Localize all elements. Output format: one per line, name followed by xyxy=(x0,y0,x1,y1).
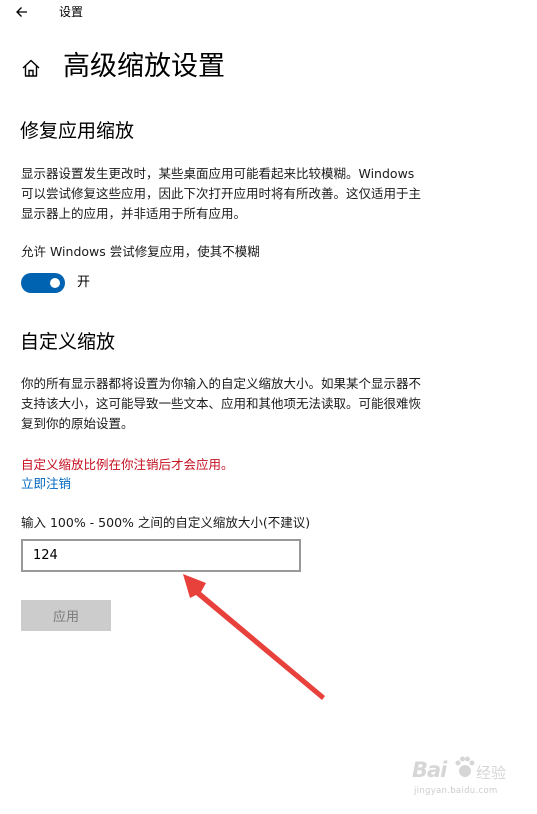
fix-scaling-heading: 修复应用缩放 xyxy=(20,120,135,142)
fix-apps-toggle[interactable] xyxy=(21,273,65,293)
watermark-brand: Bai xyxy=(412,758,447,782)
page-title: 高级缩放设置 xyxy=(63,51,225,82)
watermark-cn: 经验 xyxy=(476,764,507,782)
apply-button[interactable]: 应用 xyxy=(21,600,111,631)
fix-scaling-description: 显示器设置发生更改时，某些桌面应用可能看起来比较模糊。Windows 可以尝试修… xyxy=(21,164,481,224)
custom-scaling-description-line: 你的所有显示器都将设置为你输入的自定义缩放大小。如果某个显示器不 xyxy=(21,376,422,391)
toggle-knob xyxy=(50,278,60,288)
settings-page: 设置 高级缩放设置 修复应用缩放 显示器设置发生更改时，某些桌面应用可能看起来比… xyxy=(0,0,537,814)
home-icon[interactable] xyxy=(20,57,42,79)
custom-scaling-description-line: 支持该大小，这可能导致一些文本、应用和其他项无法读取。可能很难恢 xyxy=(21,396,422,411)
fix-scaling-description-line: 显示器上的应用，并非适用于所有应用。 xyxy=(21,206,247,221)
custom-scale-input[interactable] xyxy=(21,539,301,572)
title-bar: 设置 xyxy=(0,0,537,26)
watermark-url: jingyan.baidu.com xyxy=(414,786,498,796)
custom-scale-input-label: 输入 100% - 500% 之间的自定义缩放大小(不建议) xyxy=(21,515,311,530)
custom-scaling-description-line: 复到你的原始设置。 xyxy=(21,416,134,431)
paw-icon xyxy=(455,756,475,777)
fix-scaling-description-line: 显示器设置发生更改时，某些桌面应用可能看起来比较模糊。Windows xyxy=(21,166,415,181)
signout-warning: 自定义缩放比例在你注销后才会应用。 xyxy=(21,457,234,472)
window-title: 设置 xyxy=(59,5,84,19)
fix-scaling-description-line: 可以尝试修复这些应用，因此下次打开应用时将有所改善。这仅适用于主 xyxy=(21,186,422,201)
custom-scaling-heading: 自定义缩放 xyxy=(20,331,116,353)
watermark: Bai 经验 jingyan.baidu.com xyxy=(412,752,522,802)
back-button[interactable] xyxy=(12,2,32,22)
custom-scaling-description: 你的所有显示器都将设置为你输入的自定义缩放大小。如果某个显示器不 支持该大小，这… xyxy=(21,374,481,434)
fix-apps-toggle-label: 允许 Windows 尝试修复应用，使其不模糊 xyxy=(21,244,260,259)
sign-out-now-link[interactable]: 立即注销 xyxy=(21,475,71,493)
back-arrow-icon xyxy=(16,7,27,17)
toggle-state-label: 开 xyxy=(77,275,91,290)
